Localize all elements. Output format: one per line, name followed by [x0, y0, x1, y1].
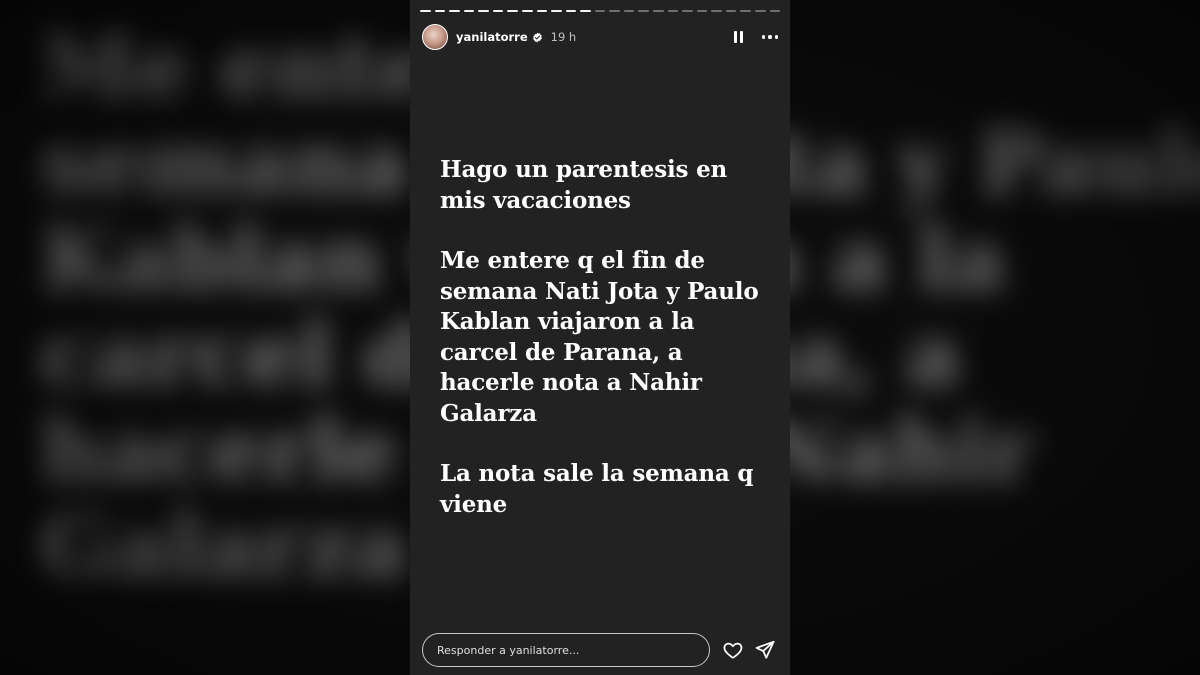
- progress-segment: [507, 10, 518, 12]
- pause-icon[interactable]: [733, 31, 744, 43]
- progress-segment: [769, 10, 781, 12]
- progress-segment: [420, 10, 431, 12]
- progress-segment: [594, 10, 606, 12]
- reply-input[interactable]: [422, 633, 711, 667]
- avatar[interactable]: [422, 24, 448, 50]
- progress-segment: [580, 10, 591, 12]
- heart-icon[interactable]: [722, 639, 744, 661]
- story-paragraph: Hago un parentesis en mis vacaciones: [440, 156, 728, 214]
- verified-badge-icon: [532, 32, 542, 42]
- progress-segment: [638, 10, 649, 12]
- progress-segment: [653, 10, 664, 12]
- more-options-icon[interactable]: [761, 35, 778, 39]
- story-header: yanilatorre 19 h: [422, 22, 778, 52]
- story-progress-bar: [420, 10, 781, 13]
- send-icon[interactable]: [754, 639, 776, 661]
- story-paragraph: La nota sale la semana q viene: [440, 460, 754, 518]
- progress-segment: [565, 10, 577, 12]
- story-text: Hago un parentesis en mis vacaciones Me …: [440, 155, 774, 550]
- header-actions: [733, 31, 778, 43]
- progress-segment: [725, 10, 737, 12]
- progress-segment: [478, 10, 489, 12]
- progress-segment: [434, 10, 446, 12]
- progress-segment: [667, 10, 679, 12]
- progress-segment: [740, 10, 751, 12]
- progress-segment: [609, 10, 620, 12]
- progress-segment: [521, 10, 533, 12]
- story-paragraph: Me entere q el fin de semana Nati Jota y…: [440, 247, 759, 427]
- stage: Me entere q el semana Nati Jota y Paulo …: [0, 0, 1200, 675]
- story-timestamp: 19 h: [550, 30, 577, 44]
- progress-segment: [492, 10, 504, 12]
- progress-segment: [623, 10, 635, 12]
- progress-segment: [463, 10, 475, 12]
- progress-segment: [682, 10, 693, 12]
- progress-segment: [449, 10, 460, 12]
- story-footer: [422, 633, 776, 667]
- progress-segment: [551, 10, 562, 12]
- progress-segment: [711, 10, 722, 12]
- progress-segment: [536, 10, 548, 12]
- story-panel[interactable]: yanilatorre 19 h Hago un parentesis en m…: [410, 0, 790, 675]
- progress-segment: [754, 10, 766, 12]
- username[interactable]: yanilatorre: [456, 30, 528, 44]
- progress-segment: [696, 10, 708, 12]
